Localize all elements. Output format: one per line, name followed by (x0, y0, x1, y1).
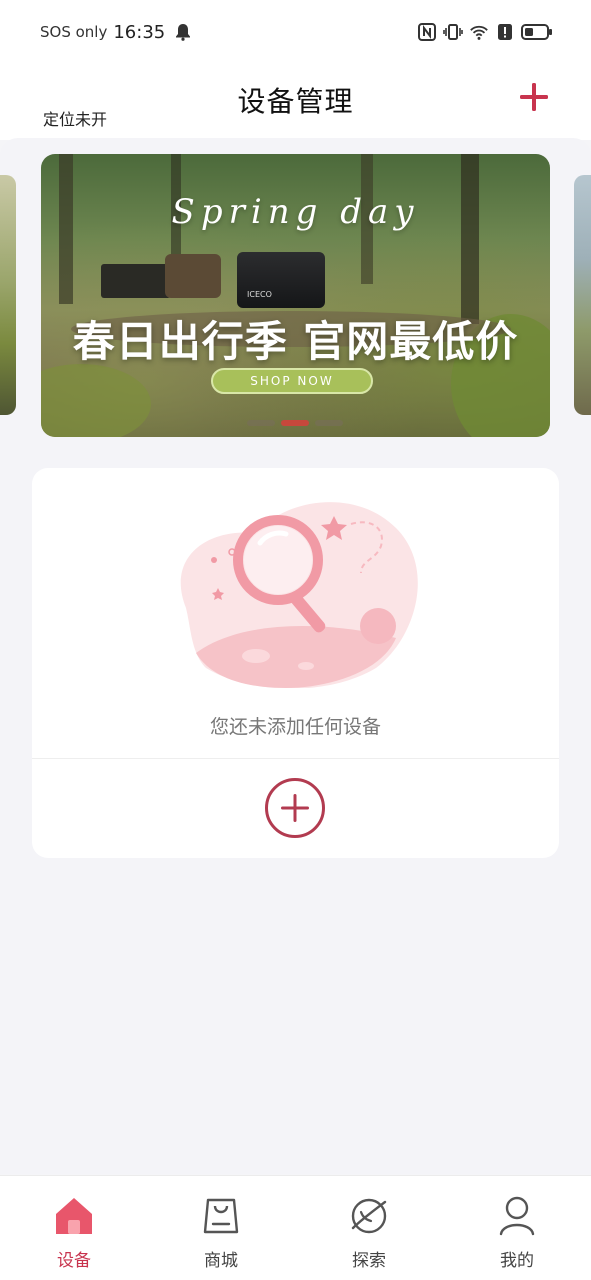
carousel-dot[interactable] (247, 420, 275, 426)
plus-icon (520, 83, 548, 111)
status-bar: SOS only 16:35 (0, 0, 591, 64)
carousel-dot-active[interactable] (281, 420, 309, 426)
tab-explore[interactable]: 探索 (324, 1194, 414, 1274)
home-icon (56, 1198, 92, 1234)
planet-icon (351, 1198, 387, 1234)
tab-label: 设备 (57, 1251, 91, 1271)
page-title: 设备管理 (237, 85, 354, 118)
banner-script-text: Spring day (171, 192, 420, 232)
tab-profile[interactable]: 我的 (472, 1194, 562, 1274)
banner-headline: 春日出行季 官网最低价 (72, 317, 519, 366)
tab-label: 我的 (500, 1251, 534, 1271)
battery-icon (521, 20, 553, 44)
vibrate-icon (443, 20, 463, 44)
carousel-indicator (247, 420, 343, 426)
banner-peek-right[interactable] (574, 175, 591, 415)
shop-now-button[interactable]: SHOP NOW (211, 368, 373, 394)
device-management-screen: SOS only 16:35 定位未开 设备管理 Spring day ICEC… (0, 0, 591, 1280)
empty-search-illustration (180, 502, 418, 688)
tab-label: 商城 (204, 1251, 238, 1271)
user-icon (499, 1196, 535, 1236)
banner-peek-left[interactable] (0, 175, 16, 415)
nfc-icon (417, 20, 437, 44)
plus-circle-icon (281, 794, 309, 822)
bottom-tab-bar: 设备 商城 探索 我的 (0, 1175, 591, 1280)
picnic-table-image (101, 264, 171, 298)
brand-label: ICECO (247, 290, 272, 299)
promo-banner[interactable]: Spring day ICECO 春日出行季 官网最低价 SHOP NOW (41, 154, 550, 437)
tab-devices[interactable]: 设备 (29, 1194, 119, 1274)
alert-icon (495, 20, 515, 44)
app-header: 定位未开 设备管理 (0, 64, 591, 140)
empty-state-message: 您还未添加任何设备 (209, 716, 381, 738)
carousel-dot[interactable] (315, 420, 343, 426)
wifi-icon (469, 20, 489, 44)
shopping-bag-icon (203, 1198, 239, 1234)
add-device-button[interactable] (265, 778, 325, 838)
tab-store[interactable]: 商城 (176, 1194, 266, 1274)
empty-devices-card: 您还未添加任何设备 (32, 468, 559, 858)
bell-icon (173, 20, 193, 44)
add-device-top-button[interactable] (517, 80, 551, 114)
card-divider (32, 758, 559, 759)
clock-time: 16:35 (113, 21, 166, 43)
carrier-text: SOS only (40, 23, 108, 41)
tab-label: 探索 (352, 1251, 386, 1271)
cooler-product-image: ICECO (237, 252, 325, 308)
tree-stump-image (165, 254, 221, 298)
